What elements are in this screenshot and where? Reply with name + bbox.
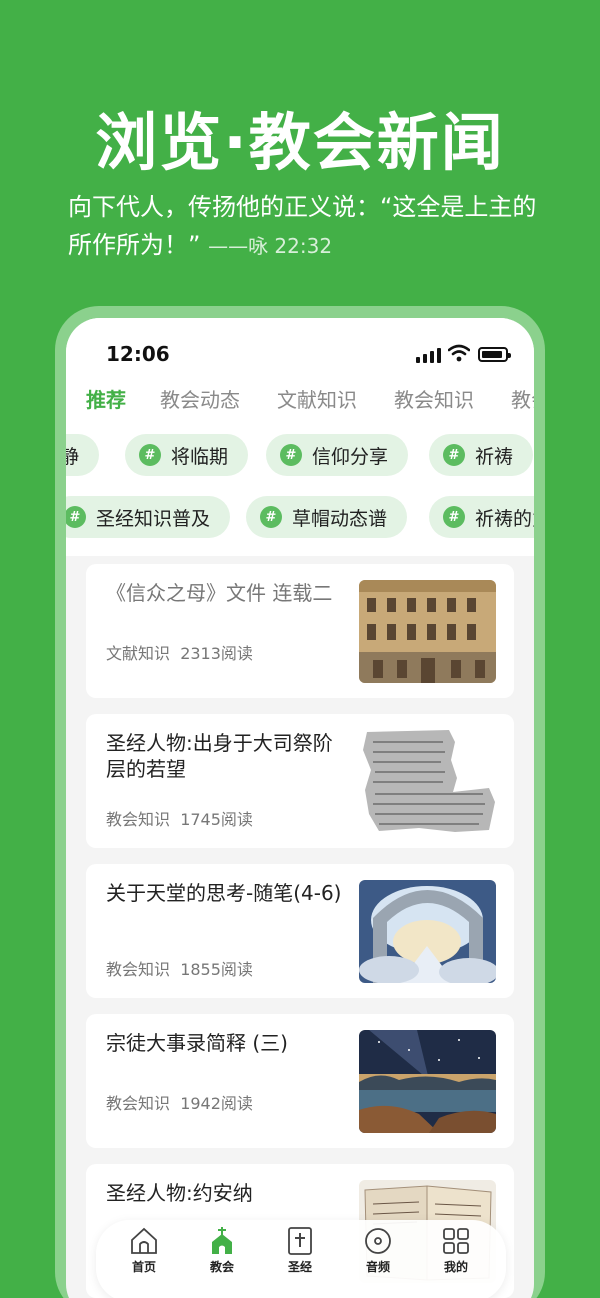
nav-home[interactable]: 首页 [104, 1226, 184, 1275]
hash-icon: # [139, 444, 161, 466]
tag-label: 祈祷 [475, 445, 514, 468]
bible-icon [288, 1227, 312, 1255]
hash-icon: # [280, 444, 302, 466]
tab-church-knowledge[interactable]: 教会知识 [394, 384, 474, 413]
church-icon [212, 1227, 232, 1254]
hero-subtitle: 向下代人，传扬他的正义说：“这全是上主的所作所为！” ——咏 22:32 [68, 188, 548, 265]
nav-audio[interactable]: 音频 [338, 1226, 418, 1275]
article-title: 《信众之母》文件 连载二 [106, 581, 333, 605]
article-meta: 教会知识 1942阅读 [106, 1090, 253, 1114]
hash-icon: # [66, 506, 86, 528]
tag-label: 祈祷的力 [475, 507, 534, 530]
tab-church-news[interactable]: 教会动态 [160, 384, 240, 413]
tag-chip[interactable]: 静 [66, 434, 100, 476]
article-title: 关于天堂的思考-随笔(4-6) [106, 881, 342, 905]
tag-chip[interactable]: # 草帽动态谱 [246, 496, 408, 538]
status-bar: 12:06 [66, 318, 534, 378]
article-card[interactable]: 圣经人物:出身于大司祭阶层的若望 教会知识 1745阅读 [86, 714, 514, 848]
nav-bible[interactable]: 圣经 [260, 1226, 340, 1275]
tag-chip[interactable]: # 将临期 [125, 434, 249, 476]
article-reads: 1855阅读 [180, 960, 253, 979]
hash-icon: # [260, 506, 282, 528]
nav-label: 首页 [131, 1260, 156, 1274]
battery-icon [478, 347, 511, 362]
article-card[interactable]: 关于天堂的思考-随笔(4-6) 教会知识 1855阅读 [86, 864, 514, 998]
article-meta: 教会知识 1745阅读 [106, 806, 253, 830]
audio-disc-icon [365, 1228, 391, 1254]
tag-label: 草帽动态谱 [292, 507, 388, 530]
bottom-nav: 首页 教会 圣经 音频 我的 [96, 1220, 506, 1298]
tag-label: 静 [66, 445, 80, 468]
hero-title: 浏览·教会新闻 [95, 106, 505, 179]
article-category: 文献知识 [106, 644, 171, 663]
tag-chip[interactable]: # 祈祷 [429, 434, 534, 476]
nav-label: 音频 [365, 1260, 390, 1274]
article-title: 圣经人物:约安纳 [106, 1181, 253, 1205]
hero-reference: ——咏 22:32 [208, 234, 333, 258]
nav-label: 圣经 [287, 1260, 312, 1274]
status-time: 12:06 [106, 342, 170, 366]
article-category: 教会知识 [106, 960, 171, 979]
hash-icon: # [443, 444, 465, 466]
tab-more-church[interactable]: 教会 [511, 384, 534, 413]
article-meta: 文献知识 2313阅读 [106, 640, 253, 664]
article-meta: 教会知识 1855阅读 [106, 956, 253, 980]
article-title: 宗徒大事录简释 (三) [106, 1031, 288, 1055]
tag-chip[interactable]: # 圣经知识普及 [66, 496, 231, 538]
nav-label: 我的 [443, 1260, 468, 1274]
tag-row-2: # 圣经知识普及 # 草帽动态谱 # 祈祷的力 [66, 484, 534, 556]
article-thumbnail [359, 1030, 496, 1133]
signal-icon [416, 348, 441, 363]
tab-literature[interactable]: 文献知识 [277, 384, 357, 413]
tag-chip[interactable]: # 祈祷的力 [429, 496, 534, 538]
hash-icon: # [443, 506, 465, 528]
article-thumbnail [359, 580, 496, 683]
article-reads: 1745阅读 [180, 810, 253, 829]
article-title: 圣经人物:出身于大司祭阶层的若望 [106, 731, 333, 781]
nav-mine[interactable]: 我的 [416, 1226, 496, 1275]
article-card[interactable]: 宗徒大事录简释 (三) 教会知识 1942阅读 [86, 1014, 514, 1148]
article-category: 教会知识 [106, 1094, 171, 1113]
article-reads: 1942阅读 [180, 1094, 253, 1113]
article-reads: 2313阅读 [180, 644, 253, 663]
home-icon [131, 1227, 157, 1254]
tag-chip[interactable]: # 信仰分享 [266, 434, 409, 476]
wifi-icon [448, 344, 470, 362]
tag-label: 圣经知识普及 [96, 507, 211, 530]
article-card[interactable]: 《信众之母》文件 连载二 文献知识 2313阅读 [86, 564, 514, 698]
article-thumbnail [359, 730, 496, 833]
nav-church[interactable]: 教会 [176, 1224, 268, 1296]
phone-screen: 12:06 推荐 教会动态 文献知识 教会知识 教会 静 # 将临期 # 信仰分享 … [66, 318, 534, 1298]
article-thumbnail [359, 880, 496, 983]
tag-label: 信仰分享 [312, 445, 389, 468]
article-category: 教会知识 [106, 810, 171, 829]
tag-label: 将临期 [171, 445, 229, 468]
category-tabs: 推荐 教会动态 文献知识 教会知识 教会 [66, 378, 534, 422]
tab-recommend[interactable]: 推荐 [86, 384, 126, 413]
tag-row-1: 静 # 将临期 # 信仰分享 # 祈祷 [66, 422, 534, 484]
grid-icon [443, 1228, 469, 1254]
nav-label: 教会 [209, 1260, 234, 1274]
